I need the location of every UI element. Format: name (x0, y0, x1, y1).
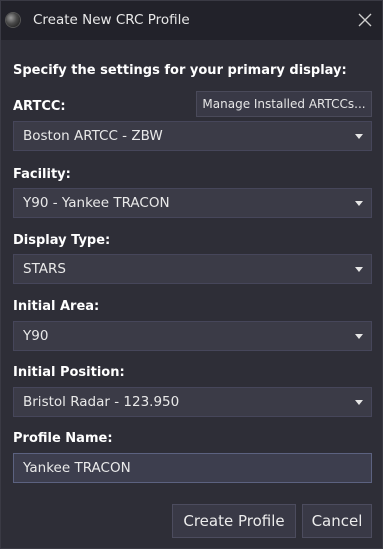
chevron-down-icon (355, 334, 363, 339)
form-heading: Specify the settings for your primary di… (13, 63, 347, 78)
initial-position-select[interactable]: Bristol Radar - 123.950 (13, 387, 372, 417)
initial-area-label: Initial Area: (13, 299, 100, 314)
app-logo-icon (6, 13, 20, 27)
window-title: Create New CRC Profile (33, 12, 190, 28)
display-type-select[interactable]: STARS (13, 254, 372, 284)
artcc-selected-value: Boston ARTCC - ZBW (23, 128, 163, 144)
dialog-window: Create New CRC Profile Specify the setti… (0, 0, 383, 549)
create-profile-button[interactable]: Create Profile (172, 504, 296, 538)
display-type-label: Display Type: (13, 233, 111, 248)
chevron-down-icon (355, 400, 363, 405)
initial-position-label: Initial Position: (13, 365, 125, 380)
manage-artccs-button[interactable]: Manage Installed ARTCCs... (196, 91, 372, 117)
initial-position-selected-value: Bristol Radar - 123.950 (23, 394, 180, 410)
chevron-down-icon (355, 201, 363, 206)
chevron-down-icon (355, 134, 363, 139)
artcc-select[interactable]: Boston ARTCC - ZBW (13, 121, 372, 151)
profile-name-label: Profile Name: (13, 431, 113, 446)
initial-area-selected-value: Y90 (23, 328, 49, 344)
display-type-selected-value: STARS (23, 261, 66, 277)
initial-area-select[interactable]: Y90 (13, 321, 372, 351)
facility-select[interactable]: Y90 - Yankee TRACON (13, 188, 372, 218)
title-bar: Create New CRC Profile (1, 1, 382, 40)
facility-selected-value: Y90 - Yankee TRACON (23, 195, 170, 211)
cancel-button[interactable]: Cancel (302, 504, 372, 538)
artcc-label: ARTCC: (13, 99, 66, 114)
chevron-down-icon (355, 267, 363, 272)
facility-label: Facility: (13, 167, 71, 182)
close-icon[interactable] (356, 11, 374, 29)
profile-name-input[interactable] (13, 453, 372, 483)
